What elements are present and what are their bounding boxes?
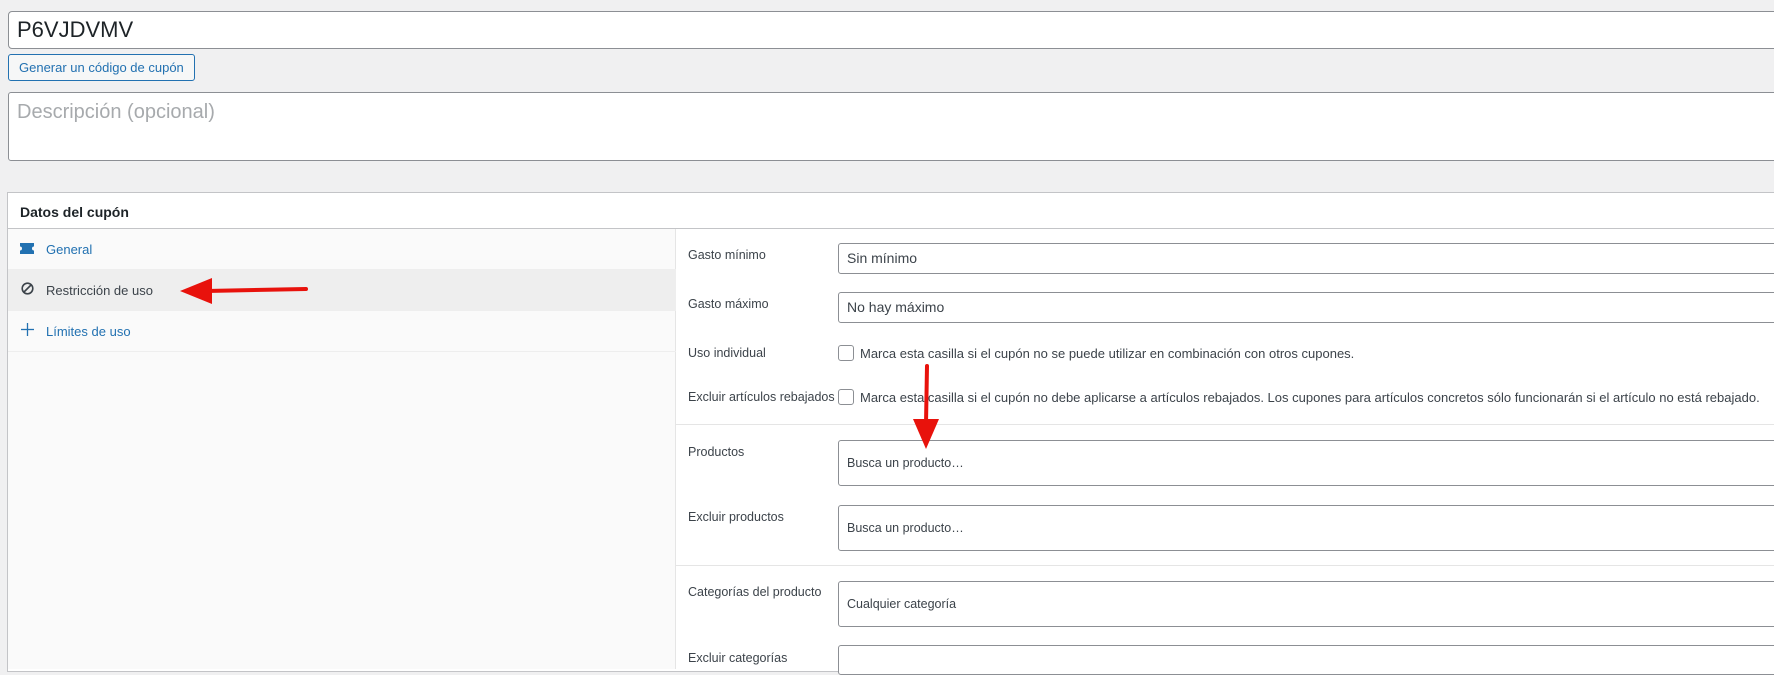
annotation-arrows: [180, 278, 939, 449]
down-arrow-icon: [913, 364, 939, 449]
left-arrow-icon: [180, 278, 308, 304]
